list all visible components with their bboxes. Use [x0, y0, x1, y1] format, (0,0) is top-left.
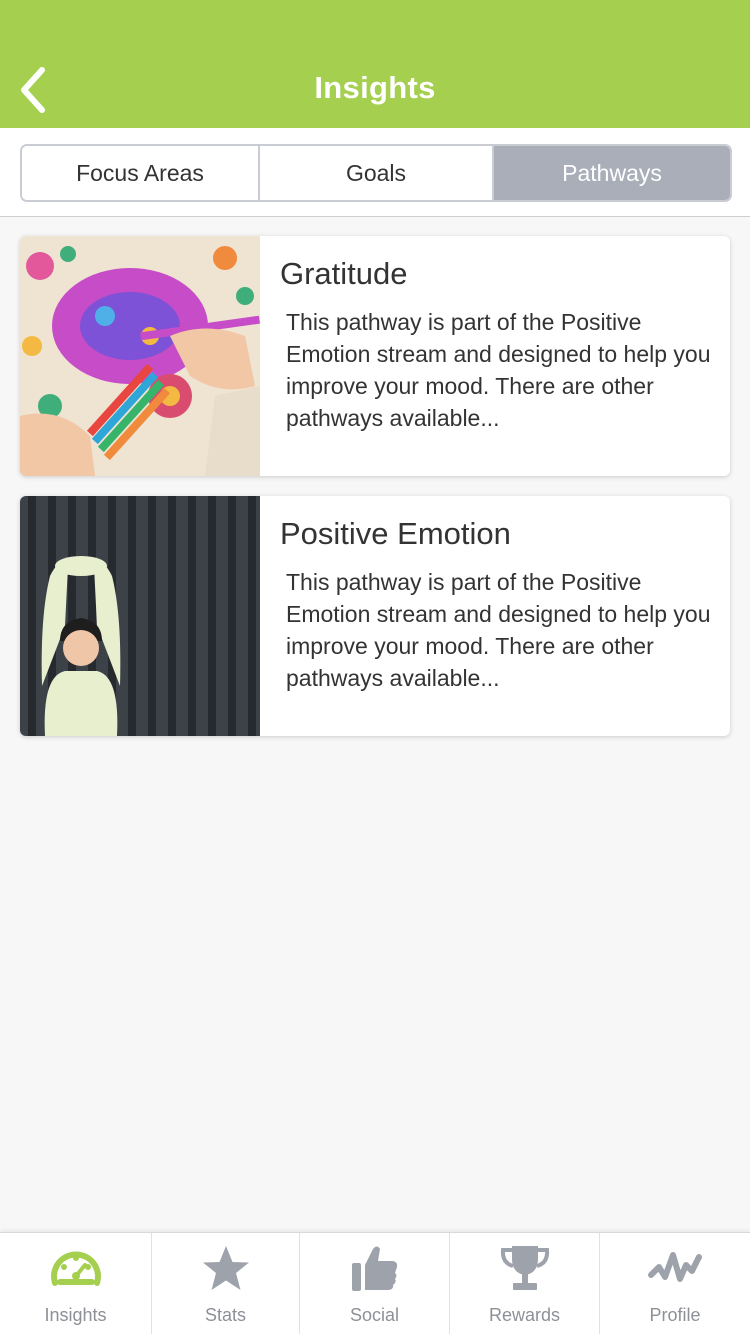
tab-label: Rewards: [488, 1305, 561, 1325]
tab-insights[interactable]: Insights: [0, 1233, 151, 1334]
tab-label: Social: [349, 1305, 400, 1325]
tab-social[interactable]: Social: [299, 1233, 449, 1334]
tab-profile[interactable]: Profile: [599, 1233, 750, 1334]
trophy-icon: [500, 1246, 549, 1290]
pathway-description: This pathway is part of the Positive Emo…: [286, 569, 711, 691]
pathway-title: Positive Emotion: [280, 516, 511, 551]
tab-pathways[interactable]: Pathways: [492, 146, 730, 200]
tab-stats[interactable]: Stats: [151, 1233, 299, 1334]
woman-stretching-photo: [20, 496, 260, 736]
tab-rewards[interactable]: Rewards: [449, 1233, 599, 1334]
tab-label: Profile: [649, 1305, 701, 1325]
gauge-icon: [50, 1251, 101, 1286]
tab-label: Stats: [204, 1305, 247, 1325]
activity-icon: [648, 1252, 702, 1282]
pathway-card-positive-emotion[interactable]: Positive Emotion This pathway is part of…: [20, 496, 730, 736]
tab-label: Insights: [44, 1305, 107, 1325]
bottom-tab-bar: Insights Stats Social Rewards Profile: [0, 1232, 750, 1334]
pathway-title: Gratitude: [280, 256, 408, 291]
page-title: Insights: [314, 70, 436, 105]
pathway-card-gratitude[interactable]: Gratitude This pathway is part of the Po…: [20, 236, 730, 476]
star-icon: [202, 1246, 249, 1290]
coloring-book-photo: [20, 236, 260, 476]
segmented-control: Focus Areas Goals Pathways: [20, 144, 732, 202]
app-header: Insights: [0, 0, 750, 128]
thumbs-up-icon: [351, 1246, 397, 1291]
tab-focus-areas[interactable]: Focus Areas: [22, 146, 258, 200]
tab-goals[interactable]: Goals: [258, 146, 492, 200]
segment-bar: Focus Areas Goals Pathways: [0, 128, 750, 217]
pathway-description: This pathway is part of the Positive Emo…: [286, 309, 711, 431]
